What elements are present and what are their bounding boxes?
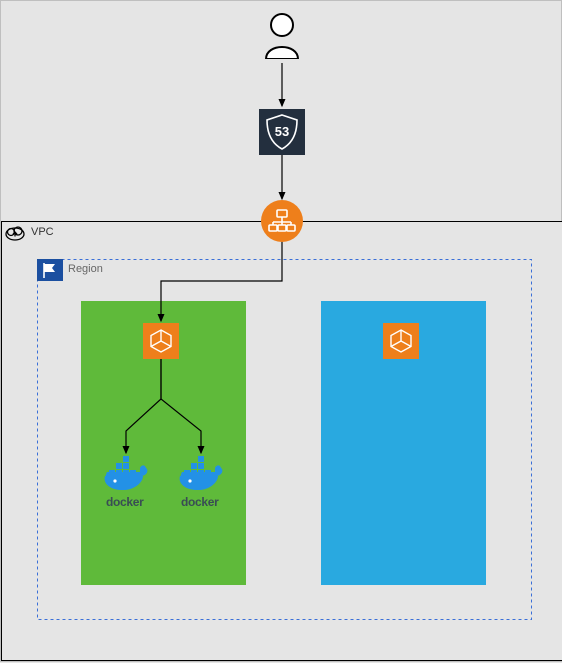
region-label: Region (68, 263, 103, 275)
vpc-label: VPC (31, 226, 54, 238)
docker-left-label: docker (106, 495, 144, 509)
architecture-diagram: 53 (1, 1, 562, 663)
user-icon (264, 14, 300, 63)
ecs-service-left-icon (143, 323, 179, 359)
route53-icon: 53 (259, 109, 305, 155)
ecs-service-right-icon (383, 323, 419, 359)
route53-badge-text: 53 (275, 124, 289, 139)
docker-right-label: docker (181, 495, 219, 509)
load-balancer-icon (261, 200, 303, 242)
